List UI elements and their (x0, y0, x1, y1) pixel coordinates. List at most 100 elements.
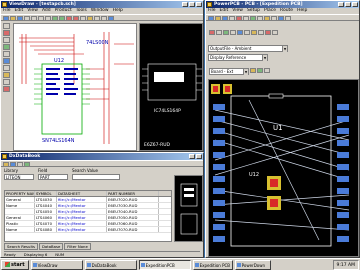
library-open-icon[interactable] (3, 162, 9, 167)
column-header[interactable]: DATASHEET (57, 191, 107, 196)
print-icon[interactable] (24, 16, 30, 21)
new-icon[interactable] (3, 16, 9, 21)
pcb-select-icon[interactable] (209, 30, 215, 35)
close-button[interactable] (196, 2, 202, 7)
library-titlebar[interactable]: DxDataBook (1, 153, 203, 160)
layer-color-icon[interactable] (264, 68, 270, 73)
taskbar-item[interactable]: PowerDown (234, 259, 271, 270)
column-header[interactable]: SYMBOL (35, 191, 57, 196)
zoom-in-icon[interactable] (66, 16, 72, 21)
pcb-minimize-button[interactable] (338, 2, 344, 7)
pcb-zoom-icon[interactable] (236, 16, 242, 21)
pcb-menu-setup[interactable]: Setup (247, 8, 260, 14)
datasheet-link[interactable]: file://c:/Mentor (57, 197, 107, 202)
paste-icon[interactable] (45, 16, 51, 21)
layer-combo[interactable]: Board - Ext ▼ (209, 68, 249, 75)
tab-filter[interactable]: Filter None (64, 243, 91, 250)
menu-add[interactable]: Add (42, 8, 51, 14)
pcb-save-icon[interactable] (222, 16, 228, 21)
pcb-via-icon[interactable] (257, 16, 263, 21)
library-search-icon[interactable] (10, 162, 16, 167)
open-icon[interactable] (10, 16, 16, 21)
arc-tool-icon[interactable] (3, 65, 10, 71)
taskbar-item[interactable]: Expedition PCB (192, 259, 233, 270)
pcb-layer-icon[interactable] (271, 16, 277, 21)
taskbar-item[interactable]: ExpeditionPCB (138, 259, 191, 270)
library-close-button[interactable] (196, 154, 202, 159)
menu-file[interactable]: File (3, 8, 11, 14)
tab-database[interactable]: DataBase (38, 243, 64, 250)
tab-search-results[interactable]: Search Results (4, 243, 38, 250)
pcb-close-button[interactable] (352, 2, 358, 7)
datasheet-link[interactable]: file://c:/Mentor (57, 209, 107, 214)
label-tool-icon[interactable] (3, 72, 10, 78)
pcb-trace-icon[interactable] (223, 30, 229, 35)
pcb-pad-icon[interactable] (237, 30, 243, 35)
pcb-text-icon[interactable] (244, 30, 250, 35)
pcb-menu-place[interactable]: Place (264, 8, 276, 14)
pcb-new-icon[interactable] (208, 16, 214, 21)
pcb-copper-icon[interactable] (251, 30, 257, 35)
undo-icon[interactable] (52, 16, 58, 21)
layer-down-icon[interactable] (257, 68, 263, 73)
schematic-canvas[interactable]: 74LS00N U12 SN74LS164N (13, 23, 137, 151)
pcb-menu-file[interactable]: File (208, 8, 216, 14)
pcb-rotate-icon[interactable] (272, 30, 278, 35)
pcb-place-icon[interactable] (278, 16, 284, 21)
library-refresh-icon[interactable] (24, 162, 30, 167)
ic-outline[interactable] (230, 95, 332, 247)
menu-edit[interactable]: Edit (15, 8, 24, 14)
pcb-arc-icon[interactable] (230, 30, 236, 35)
datasheet-link[interactable]: file://c:/Mentor (57, 215, 107, 220)
maximize-button[interactable] (189, 2, 195, 7)
minimize-button[interactable] (182, 2, 188, 7)
grid-icon[interactable] (80, 16, 86, 21)
library-select[interactable]: LITEON (4, 174, 34, 180)
pcb-print-icon[interactable] (229, 16, 235, 21)
pcb-menu-help[interactable]: Help (297, 8, 307, 14)
display-combo[interactable]: Display Reference ▼ (208, 54, 268, 61)
pcb-move-icon[interactable] (216, 30, 222, 35)
pcb-titlebar[interactable]: PowerPCB - PCB - [Expedition PCB] (206, 1, 359, 8)
pcb-canvas[interactable]: U1 U12 (208, 79, 359, 257)
menu-window[interactable]: Window (91, 8, 109, 14)
net-icon[interactable] (87, 16, 93, 21)
output-combo[interactable]: OutputFile - Ambient ▼ (208, 45, 288, 52)
search-value-input[interactable] (72, 174, 120, 180)
column-header[interactable]: PROPERTY NAME (5, 191, 35, 196)
chevron-down-icon[interactable]: ▼ (243, 69, 248, 75)
chevron-down-icon[interactable]: ▼ (282, 46, 287, 52)
taskbar-item[interactable]: ViewDraw (30, 259, 83, 270)
menu-help[interactable]: Help (113, 8, 123, 14)
bus-icon[interactable] (101, 16, 107, 21)
wire-icon[interactable] (94, 16, 100, 21)
pcb-menu-route[interactable]: Route (280, 8, 293, 14)
pcb-pan-icon[interactable] (243, 16, 249, 21)
parts-table[interactable]: PROPERTY NAME SYMBOL DATASHEET PART NUMB… (4, 190, 172, 242)
pcb-menu-edit[interactable]: Edit (220, 8, 229, 14)
pcb-menu-view[interactable]: View (232, 8, 243, 14)
layer-up-icon[interactable] (250, 68, 256, 73)
pcb-route-icon[interactable] (250, 16, 256, 21)
line-tool-icon[interactable] (3, 51, 10, 57)
zoom-out-icon[interactable] (73, 16, 79, 21)
junction-tool-icon[interactable] (3, 79, 10, 85)
text-tool-icon[interactable] (3, 37, 10, 43)
box-tool-icon[interactable] (3, 58, 10, 64)
field-select[interactable]: PART (38, 174, 68, 180)
menu-view[interactable]: View (27, 8, 38, 14)
datasheet-link[interactable]: file://c:/Mentor (57, 227, 107, 232)
pcb-drc-icon[interactable] (264, 16, 270, 21)
delete-tool-icon[interactable] (3, 86, 10, 92)
pcb-plane-icon[interactable] (258, 30, 264, 35)
schematic-titlebar[interactable]: ViewDraw - [testapcb.sch] (1, 1, 203, 8)
datasheet-link[interactable]: file://c:/Mentor (57, 221, 107, 226)
library-minimize-button[interactable] (189, 154, 195, 159)
pcb-flip-icon[interactable] (265, 30, 271, 35)
menu-product[interactable]: Product (55, 8, 72, 14)
cut-icon[interactable] (31, 16, 37, 21)
chevron-down-icon[interactable]: ▼ (262, 55, 267, 61)
pcb-open-icon[interactable] (215, 16, 221, 21)
taskbar-item[interactable]: DxDataBook (84, 259, 137, 270)
select-icon[interactable] (3, 23, 10, 29)
